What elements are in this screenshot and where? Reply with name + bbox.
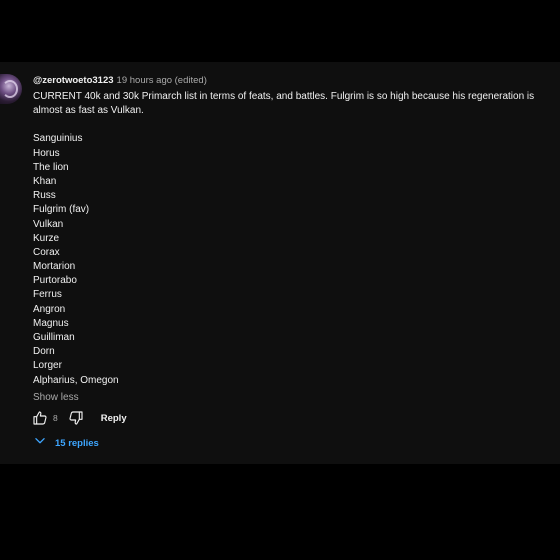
list-item: Angron xyxy=(33,303,66,315)
list-item: Magnus xyxy=(33,317,69,329)
chevron-down-icon xyxy=(33,434,47,453)
comment-content: @zerotwoeto3123 19 hours ago (edited) CUR… xyxy=(33,74,558,405)
list-item: Russ xyxy=(33,190,56,202)
list-item: Guilliman xyxy=(33,332,75,344)
thumbs-down-icon[interactable] xyxy=(67,409,85,427)
primarch-list: Sanguinius Horus The lion Khan Russ Fulg… xyxy=(33,132,558,387)
thumbs-up-icon[interactable] xyxy=(31,409,49,427)
comment-header: @zerotwoeto3123 19 hours ago (edited) xyxy=(33,74,558,88)
view-replies-button[interactable]: 15 replies xyxy=(33,433,99,453)
list-item: Khan xyxy=(33,175,57,187)
list-item: Kurze xyxy=(33,232,60,244)
comment-timestamp[interactable]: 19 hours ago (edited) xyxy=(117,75,207,86)
list-item: Corax xyxy=(33,246,60,258)
list-item: Mortarion xyxy=(33,261,76,273)
comment-actions: 8 Reply xyxy=(31,407,127,429)
replies-count-label: 15 replies xyxy=(55,437,99,449)
list-item: Vulkan xyxy=(33,218,64,230)
list-item: Sanguinius xyxy=(33,133,83,145)
list-item: Lorger xyxy=(33,360,62,372)
list-item: Ferrus xyxy=(33,289,62,301)
avatar[interactable] xyxy=(0,74,22,104)
comment-body: CURRENT 40k and 30k Primarch list in ter… xyxy=(33,90,558,388)
list-item: The lion xyxy=(33,161,69,173)
list-item: Horus xyxy=(33,147,60,159)
list-item: Fulgrim (fav) xyxy=(33,204,90,216)
list-item: Purtorabo xyxy=(33,275,77,287)
comment-author[interactable]: @zerotwoeto3123 xyxy=(33,75,114,86)
comment-panel: @zerotwoeto3123 19 hours ago (edited) CUR… xyxy=(0,62,560,464)
avatar-artwork xyxy=(2,80,18,98)
list-item: Alpharius, Omegon xyxy=(33,374,119,386)
reply-button[interactable]: Reply xyxy=(101,413,127,424)
show-less-button[interactable]: Show less xyxy=(33,391,558,405)
list-item: Dorn xyxy=(33,346,55,358)
comment-intro: CURRENT 40k and 30k Primarch list in ter… xyxy=(33,91,535,117)
like-count: 8 xyxy=(53,413,58,423)
